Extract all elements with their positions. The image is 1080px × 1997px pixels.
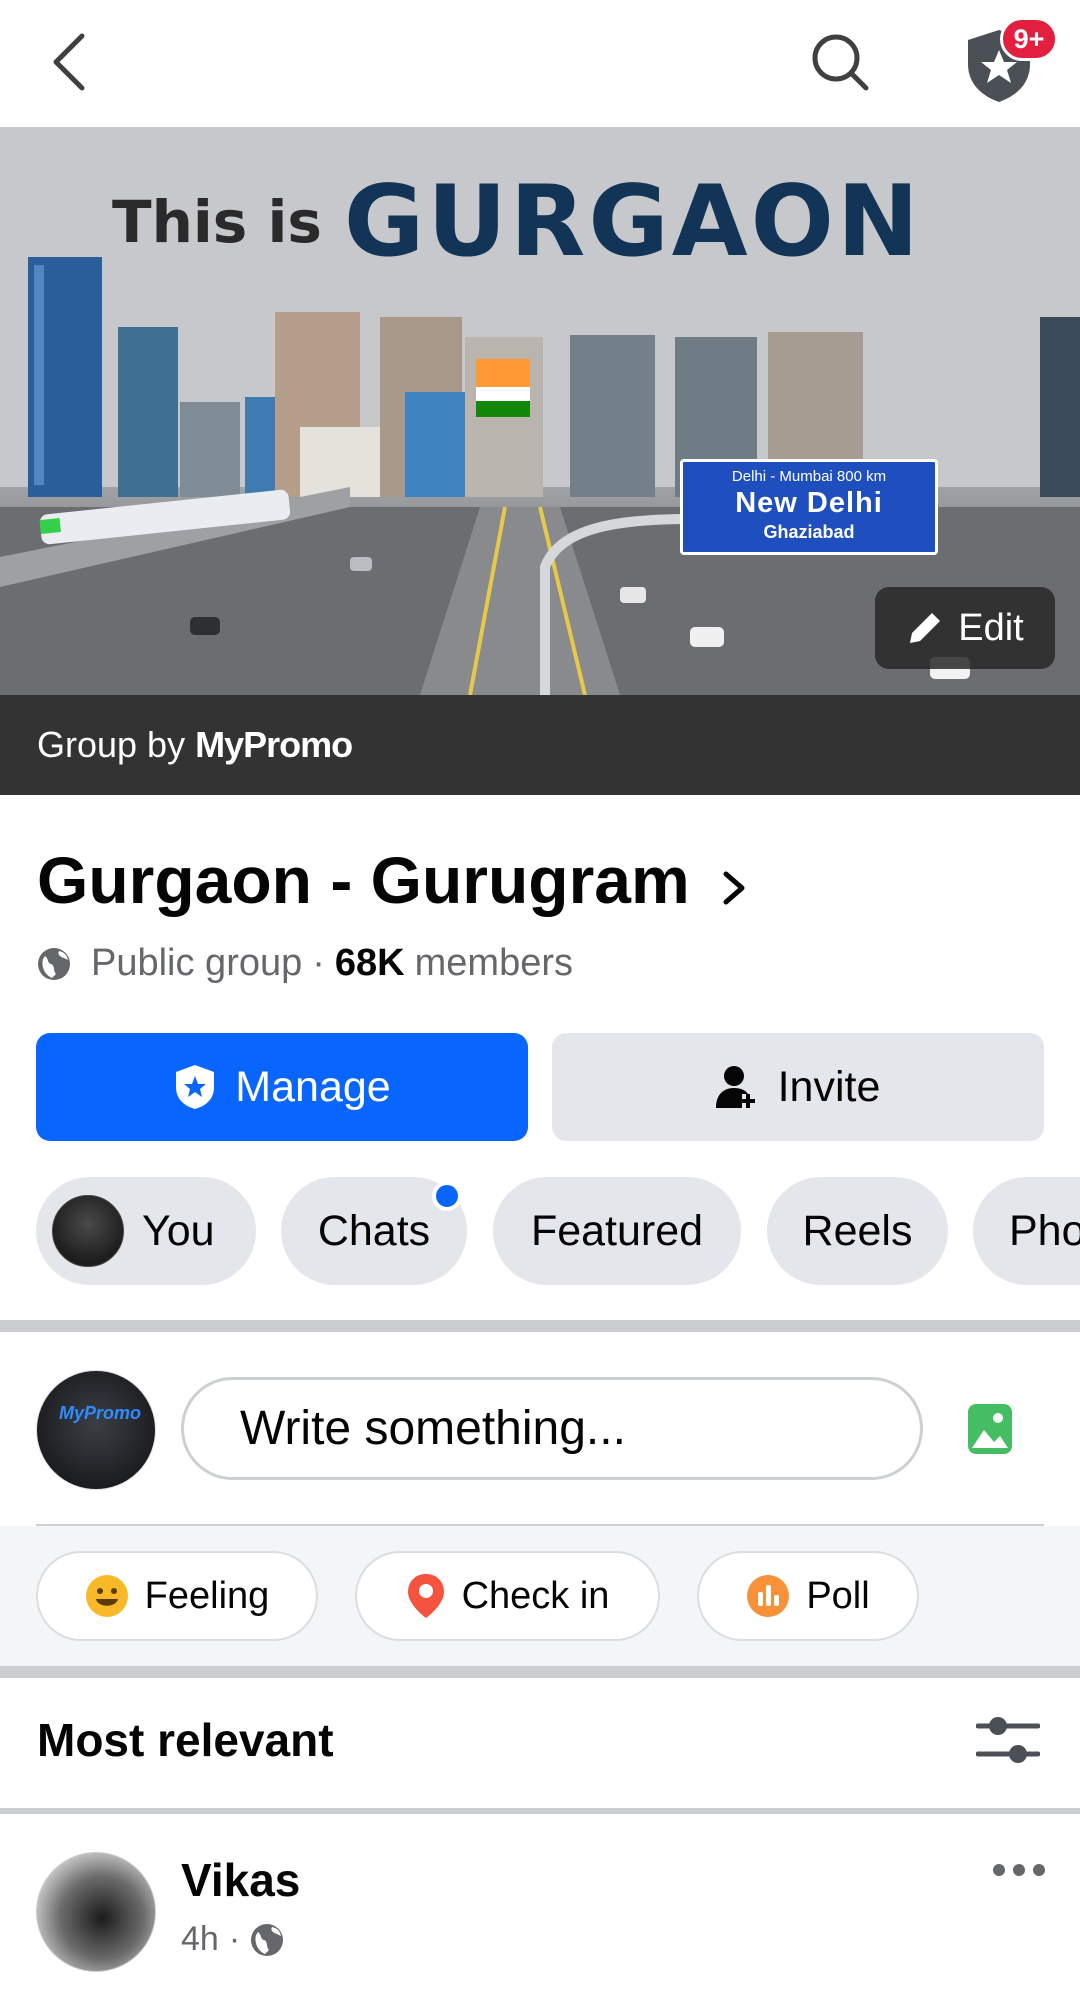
add-person-icon <box>715 1066 755 1108</box>
post-time[interactable]: 4h <box>181 1920 219 1959</box>
group-owner-name[interactable]: MyPromo <box>195 724 353 765</box>
cover-title-prefix: This is <box>112 188 322 256</box>
group-tabs: You Chats Featured Reels Pho <box>36 1177 1080 1285</box>
poll-icon <box>747 1575 790 1617</box>
sign-main-text: New Delhi <box>735 487 883 519</box>
group-owner-bar[interactable]: Group by MyPromo <box>0 695 1080 795</box>
tab-featured[interactable]: Featured <box>493 1177 741 1285</box>
chevron-left-icon[interactable] <box>48 30 92 94</box>
sort-label[interactable]: Most relevant <box>37 1713 334 1767</box>
tab-featured-label: Featured <box>530 1206 704 1255</box>
unread-dot <box>432 1181 462 1211</box>
more-options-icon[interactable] <box>990 1860 1048 1880</box>
tab-reels-label: Reels <box>802 1206 913 1255</box>
top-bar: 9+ <box>0 0 1080 127</box>
globe-icon <box>251 1923 284 1956</box>
feeling-button[interactable]: Feeling <box>36 1551 318 1641</box>
section-divider <box>0 1320 1080 1332</box>
poll-label: Poll <box>806 1574 870 1617</box>
tab-chats-label: Chats <box>317 1206 431 1255</box>
search-icon[interactable] <box>808 30 872 94</box>
tab-you[interactable]: You <box>36 1177 256 1285</box>
group-name[interactable]: Gurgaon - Gurugram <box>37 842 690 918</box>
location-pin-icon <box>407 1574 444 1618</box>
section-divider <box>0 1666 1080 1678</box>
tab-photos-label: Pho <box>1009 1206 1080 1255</box>
members-label[interactable]: members <box>415 942 573 985</box>
cover-photo[interactable]: This is GURGAON Delhi - Mumbai 800 km New… <box>0 127 1080 695</box>
globe-icon <box>38 947 70 980</box>
cover-title: This is GURGAON <box>112 165 922 279</box>
cover-title-main: GURGAON <box>343 165 922 279</box>
admin-shield-icon <box>176 1065 215 1109</box>
manage-button[interactable]: Manage <box>36 1033 528 1141</box>
chevron-right-icon[interactable] <box>718 866 750 910</box>
avatar[interactable] <box>36 1852 156 1972</box>
notification-badge: 9+ <box>1000 17 1058 61</box>
pencil-icon <box>910 613 941 643</box>
check-in-label: Check in <box>461 1574 610 1617</box>
edit-cover-button[interactable]: Edit <box>875 587 1055 669</box>
sign-bottom-text: Ghaziabad <box>763 522 855 542</box>
avatar <box>52 1195 124 1267</box>
sign-top-text: Delhi - Mumbai 800 km <box>731 468 887 485</box>
section-divider <box>0 1808 1080 1814</box>
composer-actions: Feeling Check in Poll <box>0 1526 1080 1666</box>
members-count[interactable]: 68K <box>335 942 405 985</box>
avatar[interactable]: MyPromo <box>36 1370 156 1490</box>
post-meta-separator: · <box>228 1920 241 1958</box>
post-meta: 4h · <box>181 1920 284 1959</box>
invite-label: Invite <box>777 1062 881 1111</box>
edit-label: Edit <box>958 606 1024 649</box>
photo-icon[interactable] <box>966 1402 1014 1456</box>
group-meta: Public group · 68K members <box>37 942 573 985</box>
write-something-input[interactable]: Write something... <box>181 1377 923 1480</box>
avatar-logo-text: MyPromo <box>59 1403 142 1423</box>
manage-label: Manage <box>235 1062 391 1111</box>
group-by-prefix: Group by <box>37 724 186 765</box>
group-privacy: Public group <box>91 942 303 984</box>
filter-sliders-icon[interactable] <box>976 1714 1040 1766</box>
post-author[interactable]: Vikas <box>181 1853 300 1907</box>
tab-you-label: You <box>142 1206 215 1255</box>
check-in-button[interactable]: Check in <box>355 1551 660 1641</box>
meta-separator: · <box>312 942 325 984</box>
invite-button[interactable]: Invite <box>552 1033 1044 1141</box>
feeling-label: Feeling <box>144 1574 270 1617</box>
poll-button[interactable]: Poll <box>697 1551 919 1641</box>
tab-reels[interactable]: Reels <box>767 1177 948 1285</box>
highway-sign: Delhi - Mumbai 800 km New Delhi Ghaziaba… <box>680 459 938 555</box>
smiley-icon <box>85 1575 128 1617</box>
tab-photos[interactable]: Pho <box>973 1177 1080 1285</box>
